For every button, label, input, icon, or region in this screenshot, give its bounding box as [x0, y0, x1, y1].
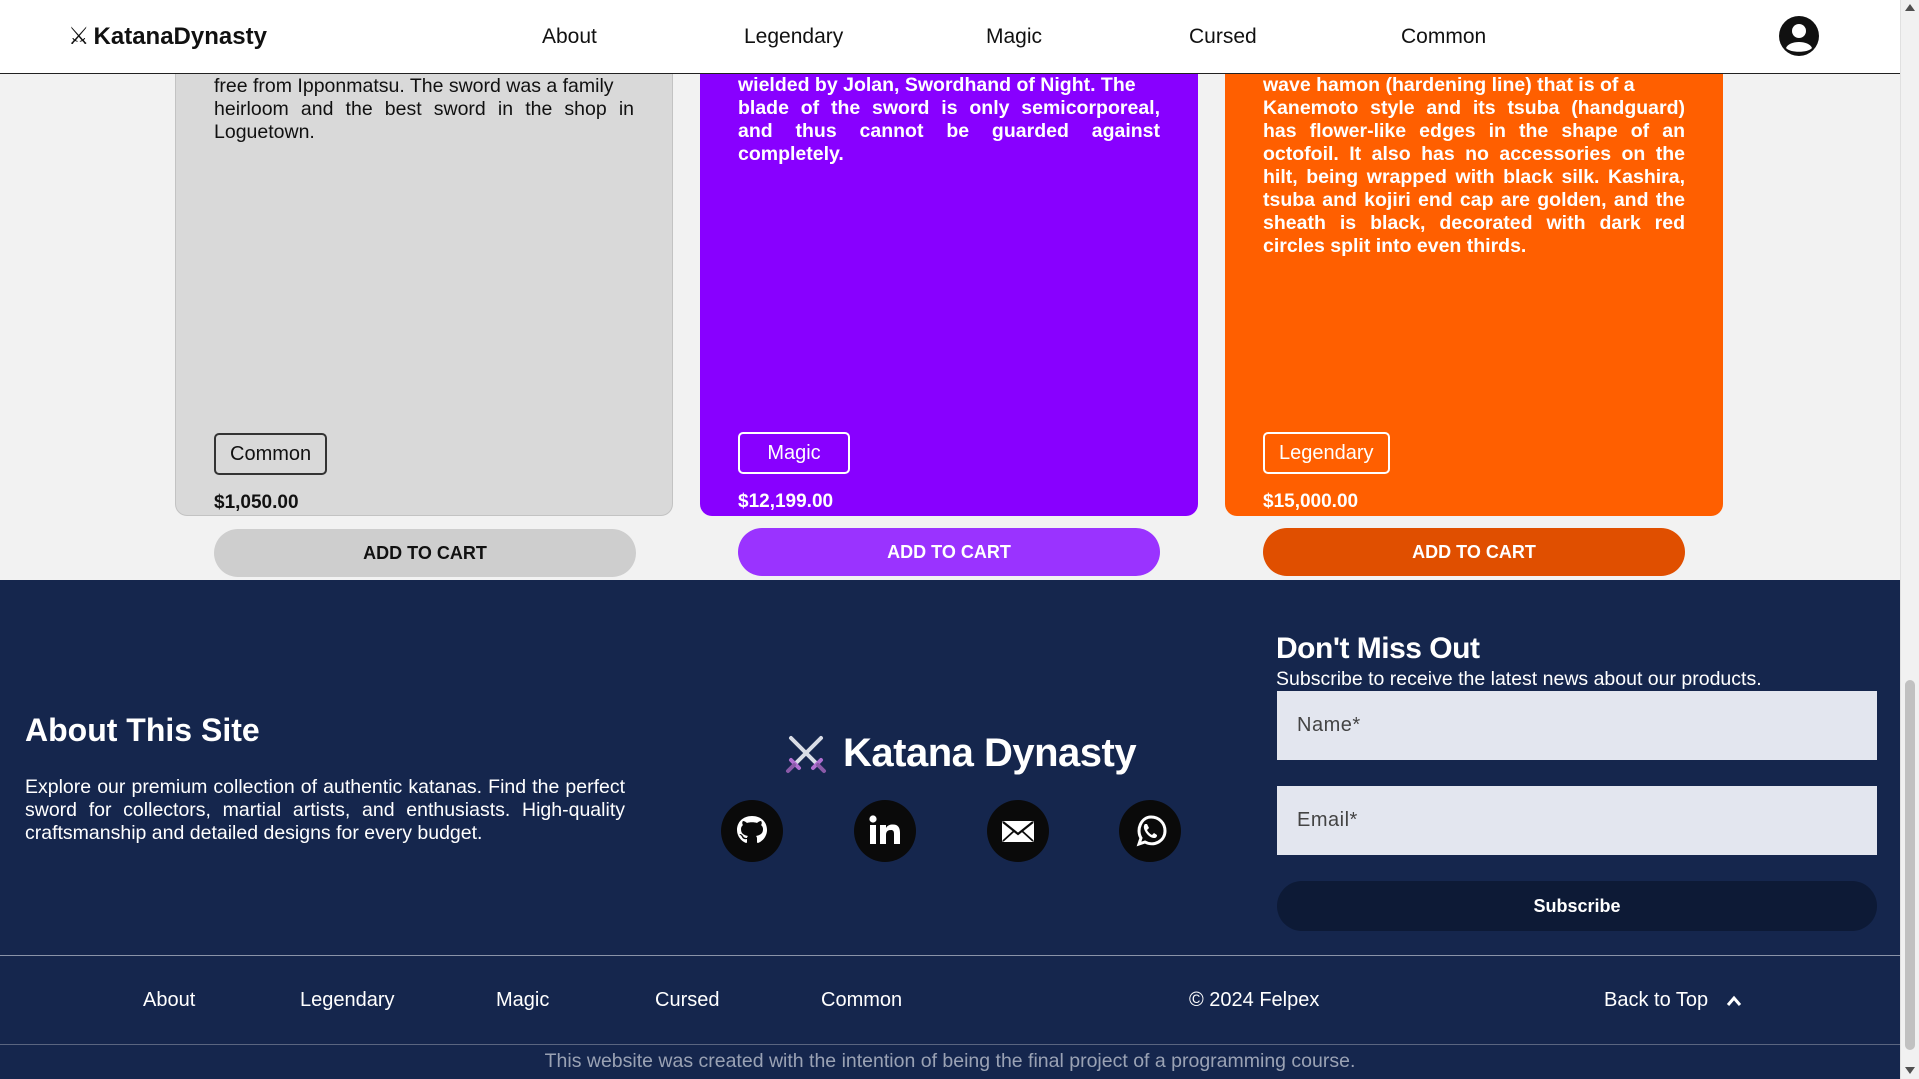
scroll-down-arrow-icon[interactable]	[1905, 1067, 1915, 1074]
footer-logo-text: Katana Dynasty	[843, 730, 1137, 775]
footer-nav-about[interactable]: About	[143, 989, 195, 1012]
product-card-magic: wielded by Jolan, Swordhand of Night. Th…	[700, 74, 1198, 576]
nav-about[interactable]: About	[542, 25, 597, 49]
product-card-legendary: wave hamon (hardening line) that is of a…	[1225, 74, 1723, 576]
newsletter-title: Don't Miss Out	[1276, 632, 1480, 665]
newsletter-subtitle: Subscribe to receive the latest news abo…	[1276, 668, 1762, 690]
product-description-clipped: free from Ipponmatsu. The sword was a fa…	[214, 75, 614, 97]
footer-note: This website was created with the intent…	[544, 1050, 1356, 1072]
nav-legendary[interactable]: Legendary	[744, 25, 843, 49]
back-to-top-label: Back to Top	[1604, 989, 1709, 1011]
footer-nav-cursed[interactable]: Cursed	[655, 989, 719, 1012]
footer-nav-magic[interactable]: Magic	[496, 989, 549, 1012]
crossed-swords-icon: ⚔	[68, 23, 90, 50]
product-card-common: free from Ipponmatsu. The sword was a fa…	[175, 74, 673, 577]
product-description: wielded by Jolan, Swordhand of Night. Th…	[738, 74, 1160, 166]
product-description-text: blade of the sword is only semicorporeal…	[738, 97, 1160, 165]
add-to-cart-button[interactable]: ADD TO CART	[738, 528, 1160, 576]
copyright: © 2024 Felpex	[1189, 989, 1320, 1011]
name-field[interactable]	[1277, 691, 1877, 760]
rarity-badge[interactable]: Magic	[738, 432, 850, 474]
whatsapp-icon[interactable]	[1119, 800, 1181, 862]
footer-nav-legendary[interactable]: Legendary	[300, 989, 395, 1012]
mail-icon[interactable]	[987, 800, 1049, 862]
product-description: free from Ipponmatsu. The sword was a fa…	[214, 75, 634, 144]
product-description-clipped: wielded by Jolan, Swordhand of Night. Th…	[738, 74, 1136, 96]
scroll-up-arrow-icon[interactable]	[1905, 4, 1915, 11]
crossed-swords-icon	[786, 736, 826, 773]
rarity-badge[interactable]: Legendary	[1263, 432, 1390, 474]
about-text: Explore our premium collection of authen…	[25, 776, 625, 844]
product-description-clipped: wave hamon (hardening line) that is of a	[1263, 74, 1635, 96]
product-price: $15,000.00	[1263, 491, 1359, 512]
product-description: wave hamon (hardening line) that is of a…	[1263, 74, 1685, 258]
footer-nav-common[interactable]: Common	[821, 989, 902, 1012]
brand-name: KatanaDynasty	[93, 23, 267, 50]
brand-logo[interactable]: ⚔ KatanaDynasty	[68, 22, 267, 51]
product-description-text: Kanemoto style and its tsuba (handguard)…	[1263, 97, 1685, 257]
footer-divider-bottom	[0, 1044, 1900, 1045]
chevron-up-icon	[1727, 995, 1742, 1006]
footer-logo[interactable]: Katana Dynasty	[783, 728, 1137, 778]
linkedin-icon[interactable]	[854, 800, 916, 862]
rarity-badge[interactable]: Common	[214, 433, 328, 475]
back-to-top-link[interactable]: Back to Top	[1604, 989, 1742, 1012]
email-field[interactable]	[1277, 786, 1877, 855]
product-price: $12,199.00	[738, 491, 834, 512]
product-grid: free from Ipponmatsu. The sword was a fa…	[0, 74, 1900, 580]
about-title: About This Site	[25, 712, 260, 748]
nav-magic[interactable]: Magic	[986, 25, 1042, 49]
add-to-cart-button[interactable]: ADD TO CART	[214, 529, 636, 577]
github-icon[interactable]	[721, 800, 783, 862]
scroll-thumb[interactable]	[1905, 680, 1915, 1050]
subscribe-button[interactable]: Subscribe	[1277, 881, 1877, 931]
site-footer: About This Site Explore our premium coll…	[0, 580, 1900, 1079]
nav-cursed[interactable]: Cursed	[1189, 25, 1257, 49]
user-account-icon[interactable]	[1778, 15, 1820, 57]
product-price: $1,050.00	[214, 492, 299, 513]
nav-common[interactable]: Common	[1401, 25, 1486, 49]
product-description-text: heirloom and the best sword in the shop …	[214, 98, 634, 143]
add-to-cart-button[interactable]: ADD TO CART	[1263, 528, 1685, 576]
page-scrollbar[interactable]	[1900, 0, 1919, 1079]
top-navbar: ⚔ KatanaDynasty About Legendary Magic Cur…	[0, 0, 1900, 74]
footer-divider	[0, 955, 1900, 956]
